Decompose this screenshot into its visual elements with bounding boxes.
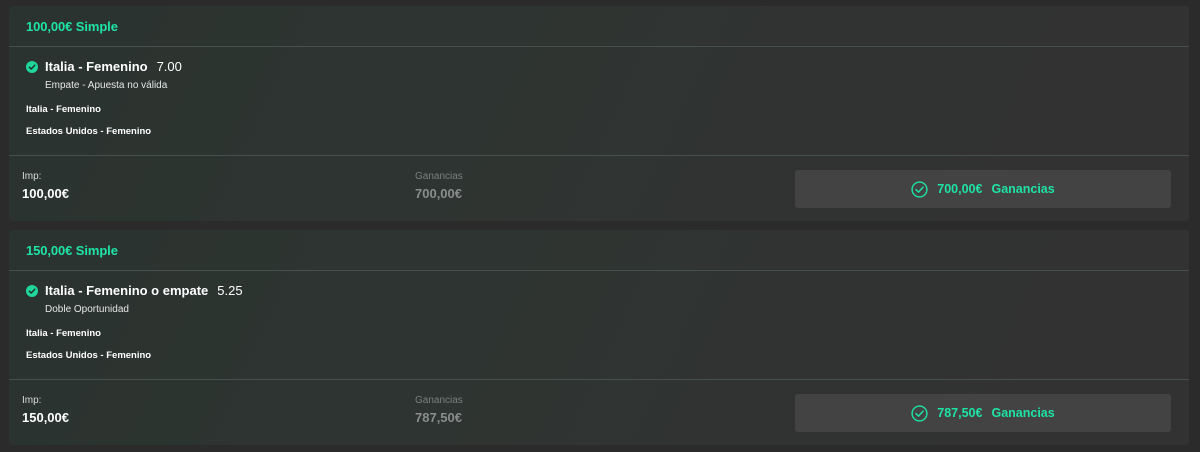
check-circle-icon <box>26 60 38 73</box>
result-label: Ganancias <box>991 182 1055 196</box>
check-circle-outline-icon <box>911 404 928 422</box>
team-away: Estados Unidos - Femenino <box>26 350 152 361</box>
result-label: Ganancias <box>991 406 1055 420</box>
selection-name: Italia - Femenino o empate <box>45 283 209 298</box>
winnings-result-button[interactable]: 700,00€ Ganancias <box>795 170 1171 208</box>
selection-odds: 5.25 <box>217 283 243 298</box>
winnings-label: Ganancias <box>415 395 463 406</box>
selection-market: Doble Oportunidad <box>45 304 129 315</box>
stake-label: Imp: <box>22 395 42 406</box>
bet-card-header[interactable]: 100,00€ Simple <box>9 6 1189 47</box>
selection-odds: 7.00 <box>156 59 182 74</box>
bet-title: 150,00€ Simple <box>26 242 118 258</box>
bet-selection: Italia - Femenino 7.00 Empate - Apuesta … <box>9 47 1189 156</box>
team-home: Italia - Femenino <box>26 328 101 339</box>
check-circle-outline-icon <box>911 180 928 198</box>
selection-row: Italia - Femenino 7.00 <box>26 59 182 74</box>
winnings-result-button[interactable]: 787,50€ Ganancias <box>795 394 1171 432</box>
stake-label: Imp: <box>22 171 42 182</box>
bet-card: 150,00€ Simple Italia - Femenino o empat… <box>9 230 1189 445</box>
stake-value: 150,00€ <box>22 410 69 425</box>
winnings-value: 787,50€ <box>415 410 462 425</box>
winnings-label: Ganancias <box>415 171 463 182</box>
bet-title: 100,00€ Simple <box>26 18 118 34</box>
bet-card-header[interactable]: 150,00€ Simple <box>9 230 1189 271</box>
check-circle-icon <box>26 284 38 297</box>
winnings-value: 700,00€ <box>415 186 462 201</box>
bet-history-page: 100,00€ Simple Italia - Femenino 7.00 Em… <box>0 0 1200 452</box>
bet-footer: Imp: 100,00€ Ganancias 700,00€ 700,00€ G… <box>9 156 1189 220</box>
bet-card: 100,00€ Simple Italia - Femenino 7.00 Em… <box>9 6 1189 221</box>
selection-name: Italia - Femenino <box>45 59 148 74</box>
bet-selection: Italia - Femenino o empate 5.25 Doble Op… <box>9 271 1189 380</box>
selection-market: Empate - Apuesta no válida <box>45 80 168 91</box>
bet-footer: Imp: 150,00€ Ganancias 787,50€ 787,50€ G… <box>9 380 1189 444</box>
team-home: Italia - Femenino <box>26 104 101 115</box>
stake-value: 100,00€ <box>22 186 69 201</box>
result-amount: 787,50€ <box>937 406 983 420</box>
selection-row: Italia - Femenino o empate 5.25 <box>26 283 243 298</box>
result-amount: 700,00€ <box>937 182 983 196</box>
team-away: Estados Unidos - Femenino <box>26 126 152 137</box>
